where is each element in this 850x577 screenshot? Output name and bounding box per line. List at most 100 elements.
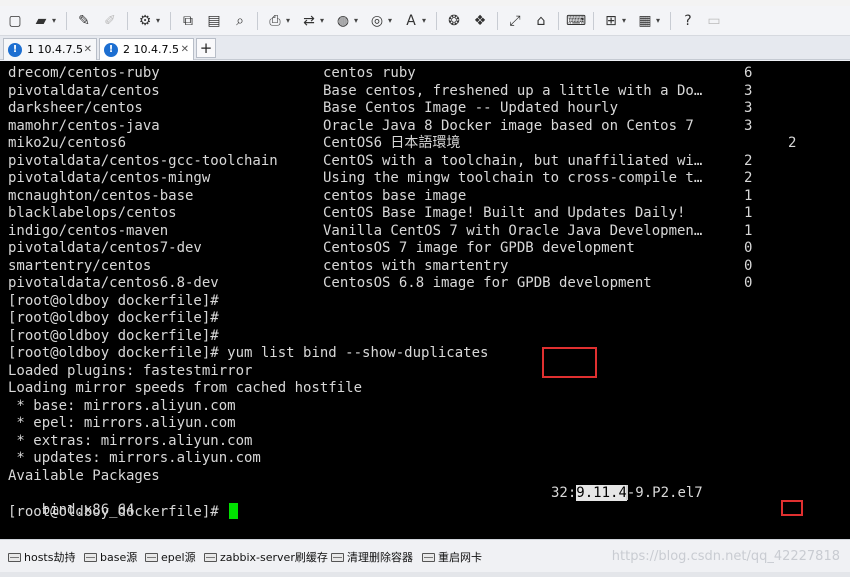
new-tab-button[interactable]: + xyxy=(196,38,216,58)
sftp-icon[interactable]: ❂ xyxy=(443,10,465,32)
watermark: https://blog.csdn.net/qq_42227818 xyxy=(611,549,840,564)
image-stars: 2 xyxy=(744,152,753,169)
keyboard-icon[interactable]: ⌨ xyxy=(565,10,587,32)
image-name: mamohr/centos-java xyxy=(8,117,160,134)
image-description: Vanilla CentOS 7 with Oracle Java Develo… xyxy=(323,222,703,239)
layout-icon[interactable]: ▦ xyxy=(634,10,656,32)
search-row: mcnaughton/centos-base centos base image 1 xyxy=(8,187,752,205)
image-description: Base centos, freshened up a little with … xyxy=(323,82,703,99)
prompt: [root@oldboy dockerfile]# xyxy=(8,345,228,361)
image-name: mcnaughton/centos-base xyxy=(8,187,194,204)
image-description: CentOS Base Image! Built and Updates Dai… xyxy=(323,205,686,221)
chevron-down-icon[interactable]: ▾ xyxy=(354,16,362,25)
new-file-icon[interactable]: ▢ xyxy=(4,10,26,32)
tab-session-1[interactable]: ! 1 10.4.7.5 ✕ xyxy=(3,38,97,60)
image-name: pivotaldata/centos-mingw xyxy=(8,170,211,186)
quick-command-restart-nic[interactable]: 重启网卡 xyxy=(422,549,482,565)
output-line: * base: mirrors.aliyun.com xyxy=(8,397,236,414)
open-folder-icon[interactable]: ▰ xyxy=(30,10,52,32)
settings-icon[interactable]: ⚙ xyxy=(134,10,156,32)
close-icon[interactable]: ✕ xyxy=(84,44,92,55)
search-row: mamohr/centos-java Oracle Java 8 Docker i… xyxy=(8,117,752,135)
output-line: * extras: mirrors.aliyun.com xyxy=(8,432,253,449)
toolbar-separator xyxy=(558,11,559,30)
tab-label: 2 10.4.7.5 xyxy=(123,43,179,56)
search-row: drecom/centos-ruby centos ruby 6 xyxy=(8,65,752,82)
image-description: CentOS6 日本語環境 xyxy=(323,135,461,151)
prompt-line: [root@oldboy dockerfile]# xyxy=(8,292,228,309)
keyboard-icon xyxy=(422,552,435,562)
image-stars: 1 xyxy=(744,205,753,221)
search-row: pivotaldata/centos Base centos, freshened… xyxy=(8,82,752,100)
package-line: bind.x86_64 32:9.11.4-9.P2.el7 xyxy=(8,485,703,518)
search-row: indigo/centos-maven Vanilla CentOS 7 with… xyxy=(8,222,752,240)
image-stars: 2 xyxy=(788,135,797,151)
terminal-output[interactable]: drecom/centos-ruby centos ruby 6 pivotalda… xyxy=(0,61,850,539)
chevron-down-icon[interactable]: ▾ xyxy=(388,16,396,25)
tab-session-2[interactable]: ! 2 10.4.7.5 ✕ xyxy=(99,38,194,60)
quick-command-label: zabbix-server刷缓存 xyxy=(220,551,328,564)
image-name: indigo/centos-maven xyxy=(8,222,169,239)
lock-icon[interactable]: ⌂ xyxy=(530,10,552,32)
image-description: centos base image xyxy=(323,187,467,204)
search-row: pivotaldata/centos-mingw Using the mingw … xyxy=(8,170,752,187)
prompt: [root@oldboy dockerfile]# xyxy=(8,503,228,520)
print-icon[interactable]: ⎙ xyxy=(264,10,286,32)
add-icon[interactable]: ⊞ xyxy=(600,10,622,32)
chevron-down-icon[interactable]: ▾ xyxy=(622,16,630,25)
quick-command-zabbix[interactable]: zabbix-server刷缓存 xyxy=(204,549,328,565)
chevron-down-icon[interactable]: ▾ xyxy=(156,16,164,25)
chevron-down-icon[interactable]: ▾ xyxy=(52,16,60,25)
image-stars: 0 xyxy=(744,240,753,256)
prompt-line-active[interactable]: [root@oldboy dockerfile]# xyxy=(8,502,239,520)
chevron-down-icon[interactable]: ▾ xyxy=(286,16,294,25)
output-line: Available Packages xyxy=(8,467,160,484)
package-release: -9.P2.el7 xyxy=(626,485,703,501)
package-epoch: 32: xyxy=(551,485,577,501)
pencil-icon[interactable]: ✎ xyxy=(73,10,95,32)
search-row: smartentry/centos centos with smartentry 0 xyxy=(8,258,752,275)
output-line: Loaded plugins: fastestmirror xyxy=(8,362,253,379)
xftp-icon[interactable]: ❖ xyxy=(469,10,491,32)
image-description: CentOS with a toolchain, but unaffiliate… xyxy=(323,152,703,169)
search-row: pivotaldata/centos-gcc-toolchain CentOS w… xyxy=(8,152,752,170)
image-stars: 3 xyxy=(744,100,753,116)
chevron-down-icon[interactable]: ▾ xyxy=(422,16,430,25)
close-icon[interactable]: ✕ xyxy=(181,44,189,55)
paste-icon[interactable]: ▤ xyxy=(203,10,225,32)
image-name: drecom/centos-ruby xyxy=(8,65,160,81)
toolbar-separator xyxy=(66,11,67,30)
chevron-down-icon[interactable]: ▾ xyxy=(656,16,664,25)
image-name: pivotaldata/centos xyxy=(8,82,160,99)
toolbar-separator xyxy=(497,11,498,30)
wand-icon[interactable]: ✐ xyxy=(99,10,121,32)
transfer-icon[interactable]: ⇄ xyxy=(298,10,320,32)
search-row: miko2u/centos6 CentOS6 日本語環境 2 xyxy=(8,135,796,152)
quick-command-clean-containers[interactable]: 清理删除容器 xyxy=(331,549,413,565)
toolbar-separator xyxy=(436,11,437,30)
globe-icon[interactable]: ◍ xyxy=(332,10,354,32)
command-line: [root@oldboy dockerfile]# yum list bind … xyxy=(8,345,488,362)
find-icon[interactable]: ⌕ xyxy=(229,10,251,32)
fullscreen-icon[interactable]: ⤢ xyxy=(504,10,526,32)
image-description: Oracle Java 8 Docker image based on Cent… xyxy=(323,117,694,134)
image-stars: 6 xyxy=(744,65,753,81)
quick-command-hosts[interactable]: hosts劫持 xyxy=(8,549,75,565)
quick-command-epel[interactable]: epel源 xyxy=(145,549,196,565)
image-name: miko2u/centos6 xyxy=(8,135,127,151)
help-icon[interactable]: ? xyxy=(677,10,699,32)
chat-icon[interactable]: ▭ xyxy=(703,10,725,32)
font-icon[interactable]: A xyxy=(400,10,422,32)
keyboard-icon xyxy=(331,552,344,562)
copy-icon[interactable]: ⧉ xyxy=(177,10,199,32)
image-name: pivotaldata/centos-gcc-toolchain xyxy=(8,152,278,169)
web-icon[interactable]: ◎ xyxy=(366,10,388,32)
quick-command-base[interactable]: base源 xyxy=(84,549,137,565)
image-description: centos with smartentry xyxy=(323,257,509,274)
chevron-down-icon[interactable]: ▾ xyxy=(320,16,328,25)
output-line: Loading mirror speeds from cached hostfi… xyxy=(8,380,363,396)
quick-command-label: epel源 xyxy=(161,551,196,564)
toolbar-separator xyxy=(170,11,171,30)
toolbar-separator xyxy=(127,11,128,30)
quick-command-label: 重启网卡 xyxy=(438,551,482,564)
